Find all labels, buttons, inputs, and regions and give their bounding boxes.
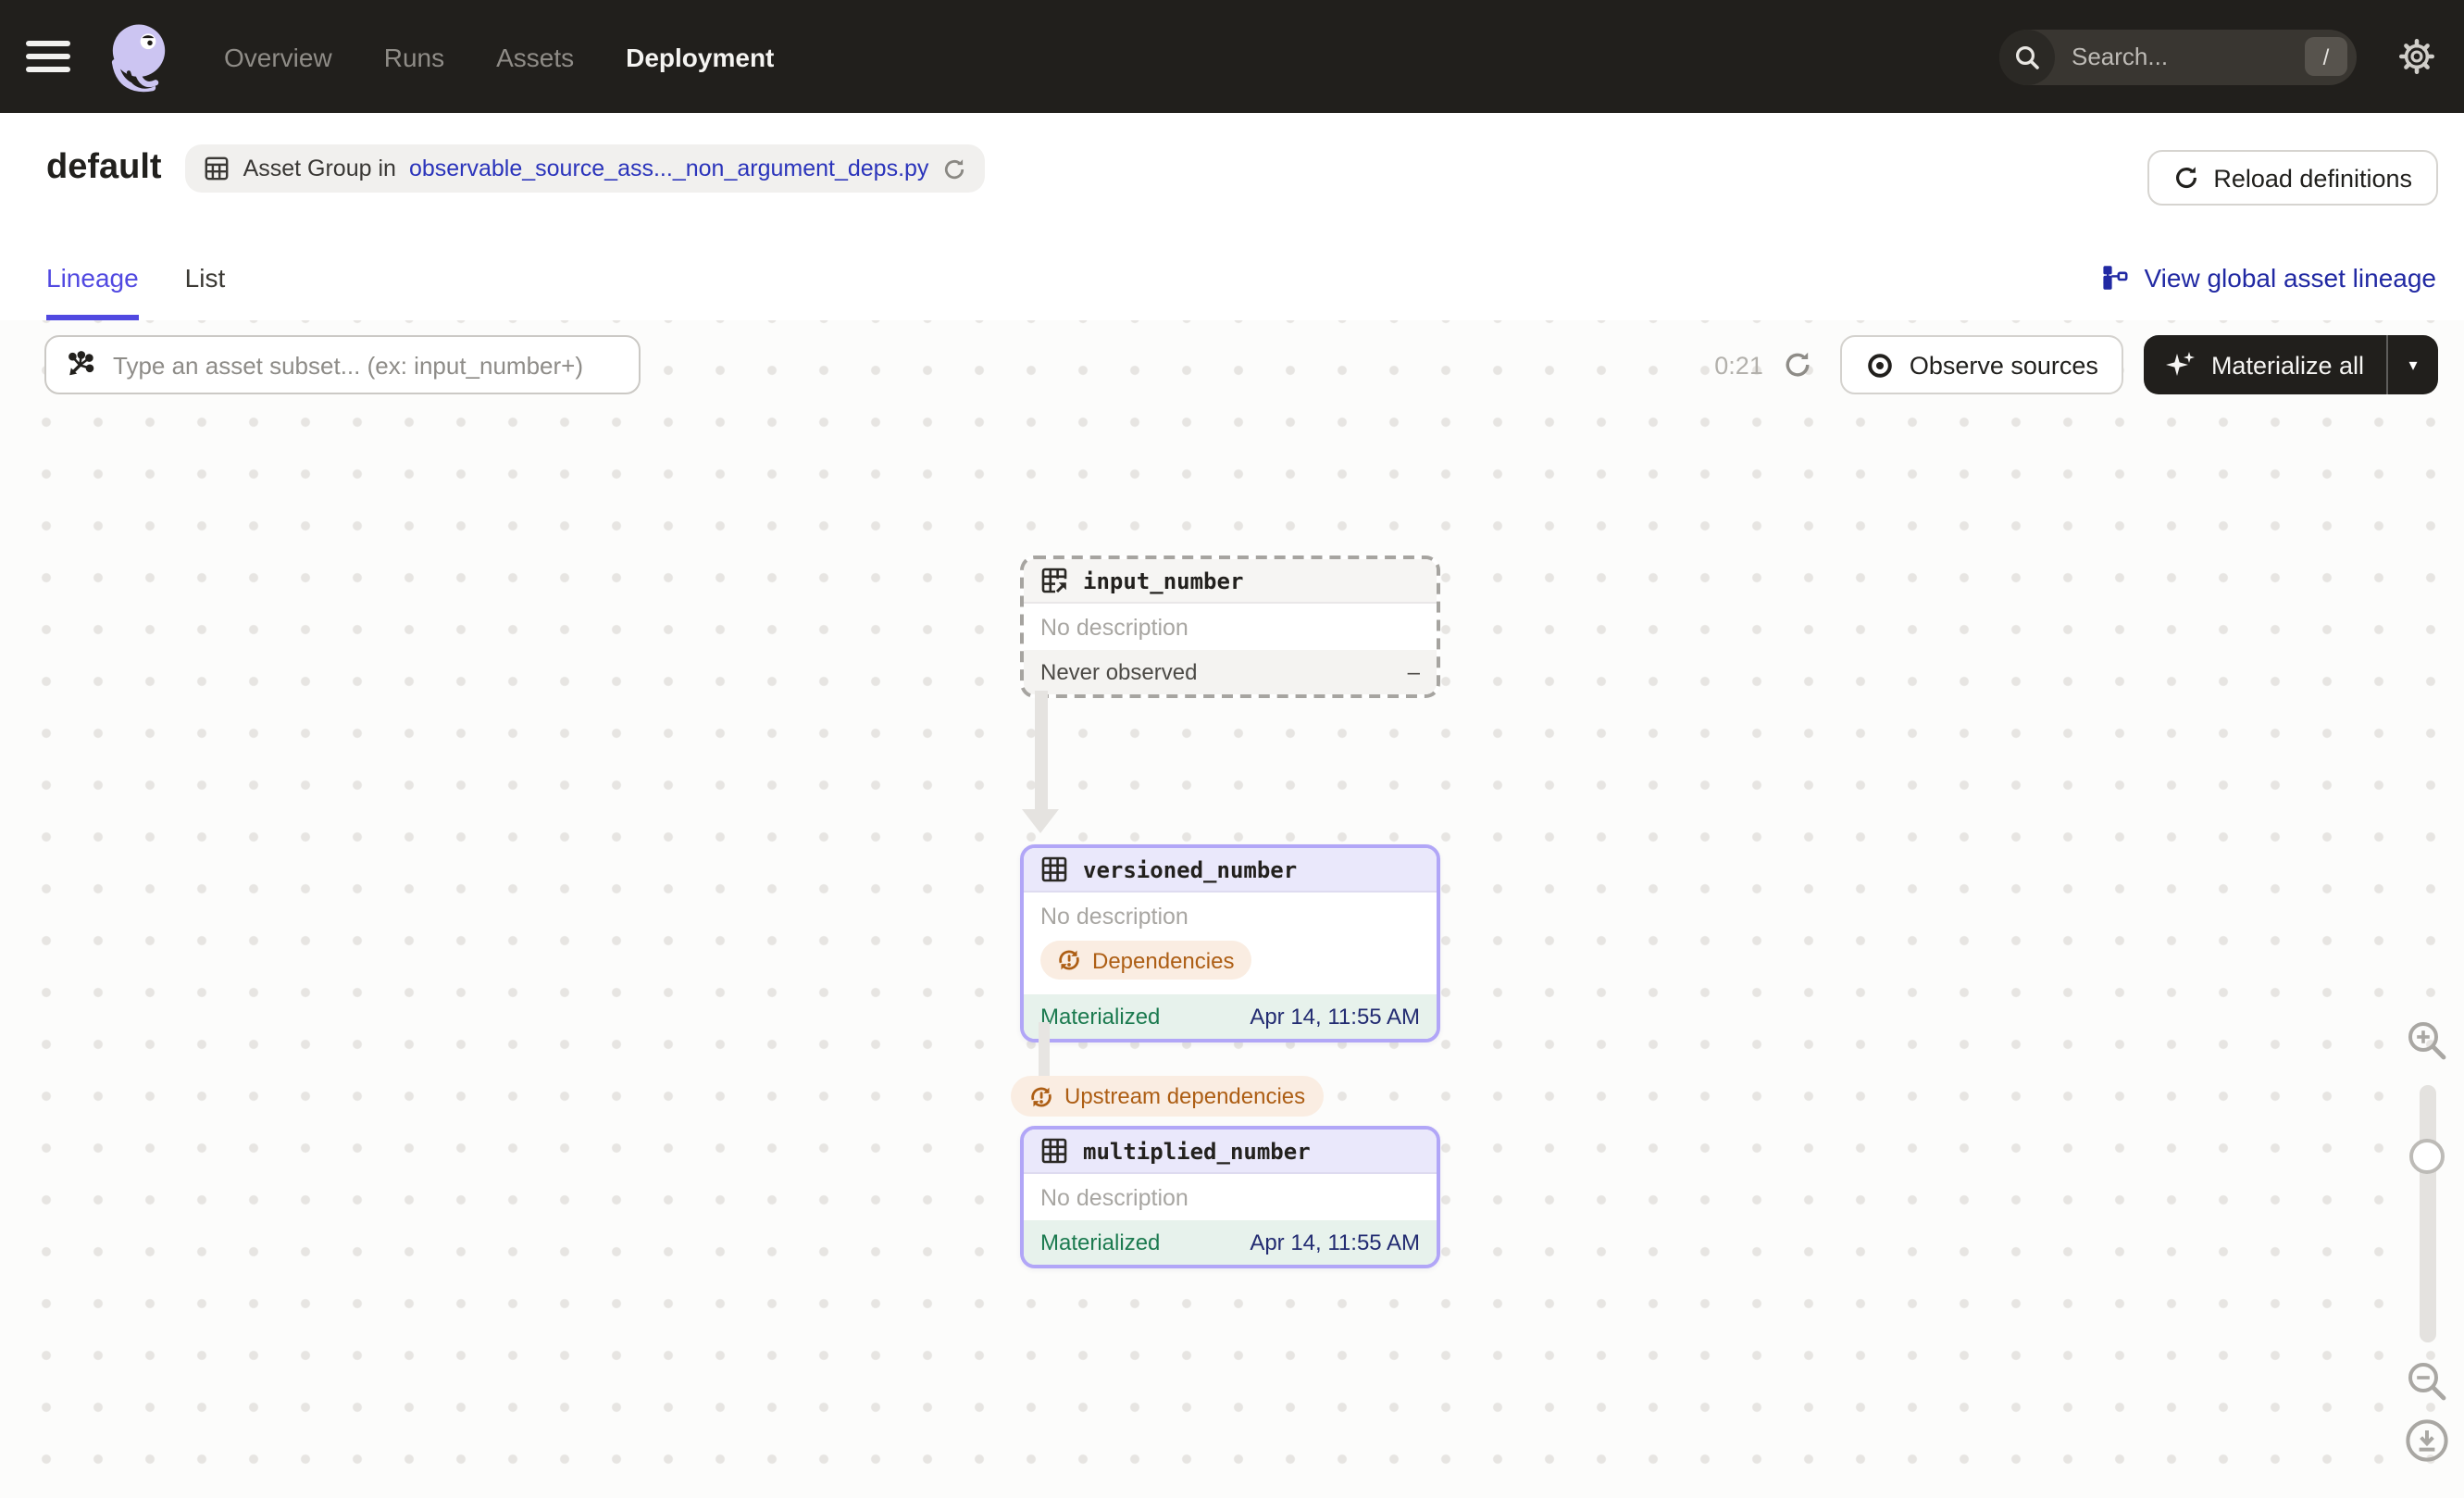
asset-subset-field[interactable] [44,335,641,394]
asset-group-icon [205,156,229,181]
upstream-dependencies-label: Upstream dependencies [1064,1083,1306,1109]
asset-status-row: Materialized Apr 14, 11:55 AM [1024,1220,1437,1265]
asset-status: Materialized [1040,1230,1161,1255]
top-nav-bar: Overview Runs Assets Deployment Search..… [0,0,2464,113]
asset-name: input_number [1083,568,1244,593]
asset-tag-row: Dependencies [1024,939,1437,994]
upstream-dependencies-tag[interactable]: Upstream dependencies [1011,1076,1325,1117]
asset-group-label: Asset Group in [243,156,396,181]
search-placeholder: Search... [2072,43,2169,70]
asset-name: multiplied_number [1083,1138,1311,1164]
asset-status-value: – [1407,659,1420,685]
zoom-controls [2399,1017,2455,1465]
tab-lineage[interactable]: Lineage [46,263,139,320]
octopus-logo-icon [111,23,166,92]
search-input[interactable]: Search... / [1999,29,2357,84]
lineage-canvas[interactable]: 0:21 Observe sources [0,320,2464,1498]
asset-status-row: Never observed – [1024,650,1437,694]
dagster-app: Overview Runs Assets Deployment Search..… [0,0,2464,1498]
asset-node-versioned-number[interactable]: versioned_number No description Dependen… [1020,844,1440,1042]
view-global-asset-lineage-link[interactable]: View global asset lineage [2102,263,2437,293]
nav-item-assets[interactable]: Assets [496,42,574,71]
sparkle-icon [2166,352,2196,376]
page-title: default [46,148,162,187]
asset-status: Materialized [1040,1004,1161,1030]
sync-alert-icon [1031,1086,1052,1106]
asset-selector-icon [68,351,94,376]
dependencies-tag[interactable]: Dependencies [1040,941,1251,980]
asset-group-pill: Asset Group in observable_source_ass..._… [185,144,985,193]
source-asset-icon [1041,568,1068,594]
table-icon [1041,856,1067,882]
lineage-graph-icon [2103,265,2128,289]
asset-name: versioned_number [1083,856,1298,882]
dagster-logo[interactable] [102,19,176,94]
materialize-all-button-group: Materialize all ▾ [2144,335,2438,394]
asset-status-row: Materialized Apr 14, 11:55 AM [1024,994,1437,1039]
asset-subset-input[interactable] [109,349,620,381]
nav-links: Overview Runs Assets Deployment [224,42,774,71]
zoom-out-icon[interactable] [2403,1357,2451,1405]
asset-description: No description [1040,1185,1188,1211]
dependencies-tag-label: Dependencies [1092,947,1235,973]
reload-location-icon[interactable] [941,156,965,181]
asset-status-timestamp[interactable]: Apr 14, 11:55 AM [1250,1230,1420,1255]
asset-node-header: multiplied_number [1024,1130,1437,1174]
asset-group-file-link[interactable]: observable_source_ass..._non_argument_de… [409,156,929,181]
asset-node-header: input_number [1024,559,1437,604]
search-shortcut-badge: / [2305,37,2347,76]
edge-input-to-versioned [1022,691,1059,839]
nav-item-runs[interactable]: Runs [384,42,444,71]
gear-icon[interactable] [2399,39,2434,74]
reload-definitions-button[interactable]: Reload definitions [2147,150,2438,206]
download-image-icon[interactable] [2403,1417,2451,1465]
search-icon [1999,29,2055,84]
tabs: Lineage List [46,263,225,320]
nav-item-deployment[interactable]: Deployment [626,42,774,71]
asset-description: No description [1040,904,1188,930]
sync-alert-icon [1059,950,1079,970]
materialize-all-button[interactable]: Materialize all [2145,335,2386,394]
zoom-slider-knob[interactable] [2409,1139,2445,1174]
nav-item-overview[interactable]: Overview [224,42,332,71]
asset-node-input-number[interactable]: input_number No description Never observ… [1020,556,1440,698]
asset-node-multiplied-number[interactable]: multiplied_number No description Materia… [1020,1126,1440,1268]
view-global-asset-lineage-label: View global asset lineage [2144,263,2437,293]
zoom-slider-track[interactable] [2409,1085,2445,1342]
asset-node-header: versioned_number [1024,848,1437,893]
eye-icon [1869,353,1893,377]
materialize-options-caret[interactable]: ▾ [2388,335,2438,394]
observe-sources-button[interactable]: Observe sources [1840,335,2124,394]
refresh-icon [2175,167,2196,189]
zoom-in-icon[interactable] [2403,1017,2451,1065]
observe-sources-label: Observe sources [1909,351,2098,379]
asset-status-timestamp[interactable]: Apr 14, 11:55 AM [1250,1004,1420,1030]
lineage-toolbar-right: 0:21 Observe sources Materialize all ▾ [1714,335,2438,394]
refresh-timer: 0:21 [1714,351,1763,379]
reload-definitions-label: Reload definitions [2213,164,2412,192]
menu-icon[interactable] [26,41,70,72]
table-icon [1041,1138,1067,1164]
asset-status: Never observed [1040,659,1198,685]
page-header: default Asset Group in observable_source… [0,113,2464,320]
caret-down-icon: ▾ [2408,355,2418,373]
materialize-all-label: Materialize all [2210,351,2364,379]
refresh-graph-icon[interactable] [1784,350,1813,380]
tab-list[interactable]: List [185,263,226,320]
title-row: default Asset Group in observable_source… [46,144,985,193]
asset-description: No description [1040,615,1188,641]
edge-versioned-to-multiplied [1039,1022,1050,1081]
